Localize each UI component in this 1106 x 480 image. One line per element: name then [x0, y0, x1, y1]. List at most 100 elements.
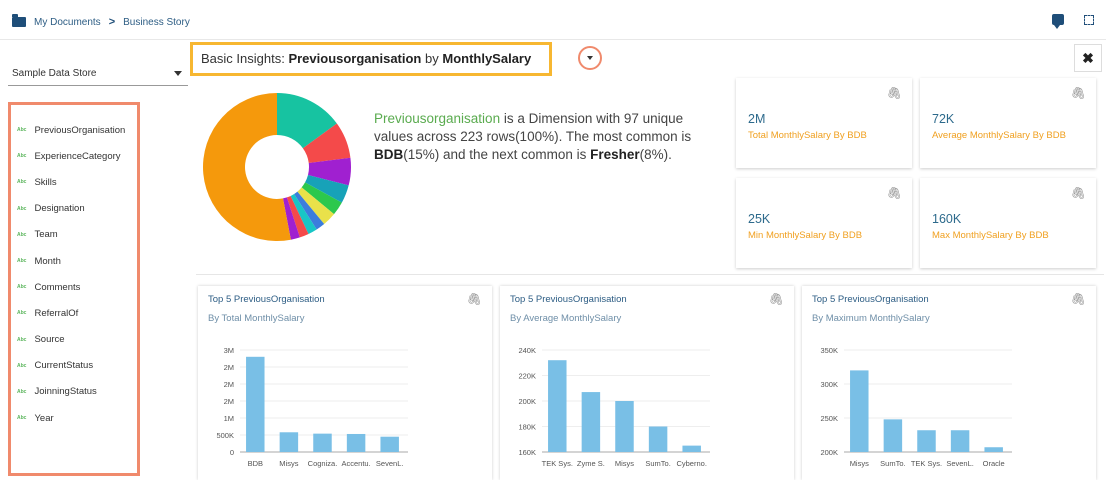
bar[interactable]: [850, 370, 869, 452]
text-type-icon: Abc: [17, 362, 27, 369]
expand-icon[interactable]: [1084, 14, 1094, 25]
text-type-icon: Abc: [17, 310, 27, 317]
stat-label: Total MonthlySalary By BDB: [748, 130, 867, 141]
dimension-label: Month: [34, 255, 61, 267]
sidebar: Sample Data Store Abc PreviousOrganisatio…: [8, 40, 188, 480]
dimension-label: Comments: [34, 281, 81, 293]
chat-icon[interactable]: [1052, 14, 1064, 29]
close-button[interactable]: ✖: [1074, 44, 1102, 72]
x-tick-label: SumTo.: [880, 459, 905, 468]
stat-value: 2M: [748, 112, 766, 126]
y-tick-label: 2M: [224, 363, 234, 372]
bar-chart-maximum: 200K 250K 300K 350K Misys SumTo. TEK Sys. Seven…: [820, 346, 1012, 468]
stat-value: 25K: [748, 212, 771, 226]
chart-subtitle: By Average MonthlySalary: [510, 313, 622, 324]
bar[interactable]: [548, 360, 567, 452]
bar[interactable]: [648, 426, 668, 453]
paperclip-icon[interactable]: 🖇: [769, 292, 784, 306]
paperclip-icon[interactable]: 🖇: [887, 86, 902, 100]
x-tick-label: SevenL.: [376, 459, 404, 468]
y-tick-label: 350K: [820, 346, 838, 355]
breadcrumb-root[interactable]: My Documents: [34, 17, 101, 28]
paperclip-icon[interactable]: 🖇: [1071, 86, 1086, 100]
bar[interactable]: [883, 419, 903, 452]
dimension-label: CurrentStatus: [34, 360, 94, 372]
chevron-right-icon: >: [108, 16, 116, 28]
chart-title: Top 5 PreviousOrganisation: [510, 294, 627, 305]
chart-title: Top 5 PreviousOrganisation: [812, 294, 929, 305]
title-prefix: Basic Insights:: [201, 51, 285, 66]
text-type-icon: Abc: [17, 153, 27, 160]
text-type-icon: Abc: [17, 258, 27, 265]
bar[interactable]: [279, 432, 299, 452]
insight-top2: Fresher: [590, 147, 640, 162]
dimension-label: ExperienceCategory: [34, 150, 121, 162]
dimension-item[interactable]: Abc Comments: [11, 274, 137, 300]
folder-icon: [12, 14, 26, 27]
dimension-item[interactable]: Abc CurrentStatus: [11, 353, 137, 379]
title-dimension: Previousorganisation: [288, 51, 422, 66]
breadcrumb-current[interactable]: Business Story: [123, 17, 190, 28]
y-tick-label: 2M: [224, 397, 234, 406]
bar[interactable]: [313, 433, 332, 452]
section-divider: [196, 274, 1104, 275]
bar[interactable]: [917, 430, 936, 452]
paperclip-icon[interactable]: 🖇: [1071, 292, 1086, 306]
options-dropdown-button[interactable]: [578, 46, 602, 70]
dimension-item[interactable]: Abc Source: [11, 327, 137, 353]
bar[interactable]: [581, 392, 601, 452]
chart-subtitle: By Total MonthlySalary: [208, 313, 305, 324]
data-store-value: Sample Data Store: [12, 68, 97, 79]
stat-value: 72K: [932, 112, 955, 126]
bar[interactable]: [346, 433, 366, 452]
stat-value: 160K: [932, 212, 962, 226]
dimension-item[interactable]: Abc ExperienceCategory: [11, 143, 137, 169]
bar[interactable]: [950, 430, 970, 452]
bar[interactable]: [682, 445, 701, 452]
bar[interactable]: [615, 401, 634, 452]
dimension-item[interactable]: Abc Year: [11, 405, 137, 431]
dimension-label: Source: [34, 334, 65, 346]
x-tick-label: SumTo.: [645, 459, 670, 468]
dimension-item[interactable]: Abc JoinningStatus: [11, 379, 137, 405]
bar[interactable]: [246, 356, 265, 452]
dimension-item[interactable]: Abc Team: [11, 222, 137, 248]
text-type-icon: Abc: [17, 205, 27, 212]
bar[interactable]: [380, 436, 399, 452]
stat-card-min[interactable]: 🖇 25K Min MonthlySalary By BDB: [736, 178, 912, 268]
top-icons: [1052, 14, 1094, 29]
paperclip-icon[interactable]: 🖇: [467, 292, 482, 306]
caret-down-icon[interactable]: [174, 71, 182, 76]
x-tick-label: Cogniza.: [308, 459, 338, 468]
stat-label: Max MonthlySalary By BDB: [932, 230, 1049, 241]
x-tick-label: Oracle: [983, 459, 1005, 468]
dimension-item[interactable]: Abc Skills: [11, 169, 137, 195]
x-tick-label: BDB: [248, 459, 263, 468]
bar[interactable]: [984, 447, 1003, 452]
y-tick-label: 1M: [224, 414, 234, 423]
x-tick-label: Misys: [279, 459, 298, 468]
insight-text: Previousorganisation is a Dimension with…: [374, 110, 714, 164]
dimension-item[interactable]: Abc Month: [11, 248, 137, 274]
data-store-select[interactable]: Sample Data Store: [8, 64, 188, 86]
stat-card-average[interactable]: 🖇 72K Average MonthlySalary By BDB: [920, 78, 1096, 168]
dimension-item[interactable]: Abc Designation: [11, 196, 137, 222]
stat-card-max[interactable]: 🖇 160K Max MonthlySalary By BDB: [920, 178, 1096, 268]
text-type-icon: Abc: [17, 127, 27, 134]
chart-card-average: Top 5 PreviousOrganisation By Average Mo…: [500, 286, 794, 480]
paperclip-icon[interactable]: 🖇: [1071, 186, 1086, 200]
stat-card-total[interactable]: 🖇 2M Total MonthlySalary By BDB: [736, 78, 912, 168]
dimension-item[interactable]: Abc ReferralOf: [11, 300, 137, 326]
dimension-label: Skills: [34, 176, 57, 188]
insight-text-2: (15%) and the next common is: [403, 147, 591, 162]
paperclip-icon[interactable]: 🖇: [887, 186, 902, 200]
stat-label: Min MonthlySalary By BDB: [748, 230, 863, 241]
y-tick-label: 250K: [820, 414, 838, 423]
text-type-icon: Abc: [17, 415, 27, 422]
dimension-item[interactable]: Abc PreviousOrganisation: [11, 117, 137, 143]
x-tick-label: Cyberno.: [676, 459, 706, 468]
y-tick-label: 160K: [518, 448, 536, 457]
text-type-icon: Abc: [17, 336, 27, 343]
insight-text-3: (8%).: [639, 147, 672, 162]
x-tick-label: TEK Sys.: [911, 459, 942, 468]
